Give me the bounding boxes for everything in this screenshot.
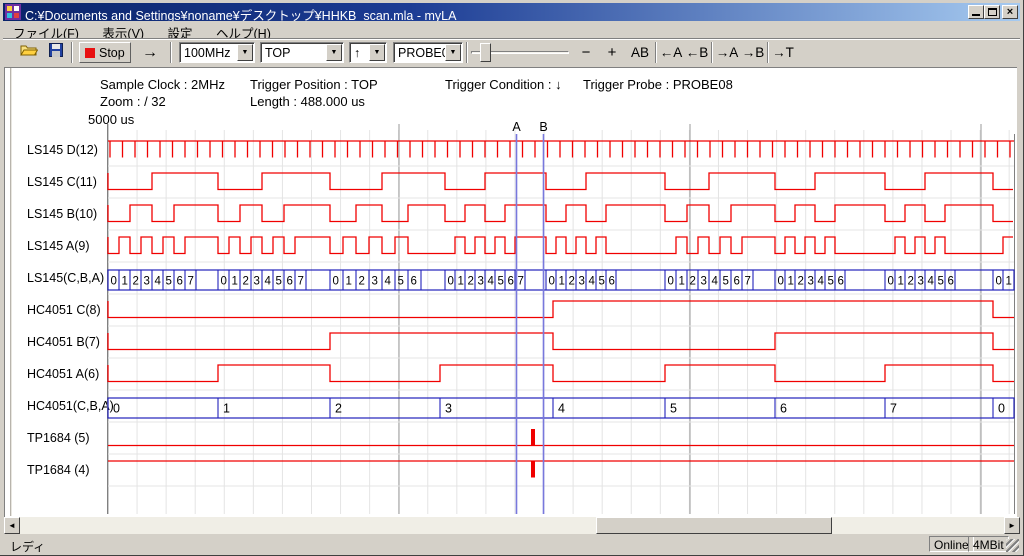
status-ready-text: レディ: [10, 538, 45, 555]
bus-value: 7: [745, 276, 751, 288]
bus-value: 6: [734, 276, 740, 288]
bus-value: 6: [780, 402, 787, 416]
bus-value: 4: [385, 276, 392, 288]
bus-value: 3: [918, 276, 924, 288]
bus-value: 2: [908, 276, 914, 288]
bus-value: 2: [243, 276, 249, 288]
bus-value: 5: [498, 276, 504, 288]
bus-value: 6: [609, 276, 615, 288]
bus-value: 1: [679, 276, 685, 288]
bus-value: 3: [254, 276, 260, 288]
statusbar: レディ Online 4MBit: [3, 535, 1020, 553]
bus-value: 4: [265, 276, 272, 288]
bus-value: 0: [448, 276, 454, 288]
bus-value: 2: [569, 276, 575, 288]
bus-value: 7: [298, 276, 304, 288]
bus-value: 1: [346, 276, 352, 288]
bus-value: 3: [445, 402, 452, 416]
bus-value: 0: [996, 276, 1002, 288]
bus-value: 1: [223, 402, 230, 416]
scroll-thumb[interactable]: [596, 517, 832, 534]
bus-value: 2: [359, 276, 365, 288]
resize-grip[interactable]: [1006, 539, 1019, 552]
bus-value: 5: [723, 276, 729, 288]
bus-value: 6: [177, 276, 183, 288]
bus-value: 4: [155, 276, 162, 288]
bus-value: 1: [559, 276, 565, 288]
bus-value: 1: [122, 276, 128, 288]
bus-value: 3: [144, 276, 150, 288]
horizontal-scrollbar[interactable]: ◄ ►: [4, 517, 1020, 534]
bus-value: 2: [133, 276, 139, 288]
bus-value: 1: [458, 276, 464, 288]
app-window: C:¥Documents and Settings¥noname¥デスクトップ¥…: [0, 0, 1024, 556]
bus-value: 1: [788, 276, 794, 288]
bus-value: 2: [335, 402, 342, 416]
online-badge: Online: [929, 536, 974, 552]
bus-value: 6: [508, 276, 514, 288]
bus-value: 3: [372, 276, 378, 288]
bus-value: 7: [518, 276, 524, 288]
bus-value: 2: [468, 276, 474, 288]
bus-value: 1: [232, 276, 238, 288]
bus-value: 3: [701, 276, 707, 288]
bus-value: 4: [712, 276, 719, 288]
bus-value: 2: [798, 276, 804, 288]
bus-value: 4: [558, 402, 565, 416]
bus-value: 0: [888, 276, 894, 288]
scroll-left-button[interactable]: ◄: [4, 517, 20, 534]
cursor-label: B: [539, 120, 547, 134]
bus-value: 0: [549, 276, 555, 288]
bus-value: 0: [113, 402, 120, 416]
bus-value: 5: [276, 276, 282, 288]
bus-value: 2: [690, 276, 696, 288]
bus-value: 7: [188, 276, 194, 288]
bus-value: 3: [579, 276, 585, 288]
bus-value: 0: [333, 276, 339, 288]
bus-value: 1: [1006, 276, 1012, 288]
bus-value: 1: [898, 276, 904, 288]
bus-value: 0: [668, 276, 674, 288]
scroll-right-button[interactable]: ►: [1004, 517, 1020, 534]
memory-badge: 4MBit: [968, 536, 1009, 552]
bus-value: 5: [670, 402, 677, 416]
bus-value: 3: [478, 276, 484, 288]
bus-value: 4: [928, 276, 935, 288]
bus-value: 5: [828, 276, 834, 288]
bus-value: 5: [599, 276, 605, 288]
bus-value: 0: [778, 276, 784, 288]
bus-value: 4: [818, 276, 825, 288]
bus-value: 0: [998, 402, 1005, 416]
bus-value: 6: [287, 276, 293, 288]
bus-value: 4: [589, 276, 596, 288]
waveform-plot: 0123456701234567012345601234567012345601…: [0, 0, 1024, 556]
cursor-label: A: [512, 120, 521, 134]
bus-value: 3: [808, 276, 814, 288]
bus-value: 7: [890, 402, 897, 416]
bus-value: 6: [948, 276, 954, 288]
bus-value: 6: [838, 276, 844, 288]
bus-value: 4: [488, 276, 495, 288]
bus-value: 5: [938, 276, 944, 288]
bus-value: 5: [398, 276, 404, 288]
bus-value: 0: [111, 276, 117, 288]
bus-value: 5: [166, 276, 172, 288]
bus-value: 6: [411, 276, 417, 288]
bus-value: 0: [221, 276, 227, 288]
